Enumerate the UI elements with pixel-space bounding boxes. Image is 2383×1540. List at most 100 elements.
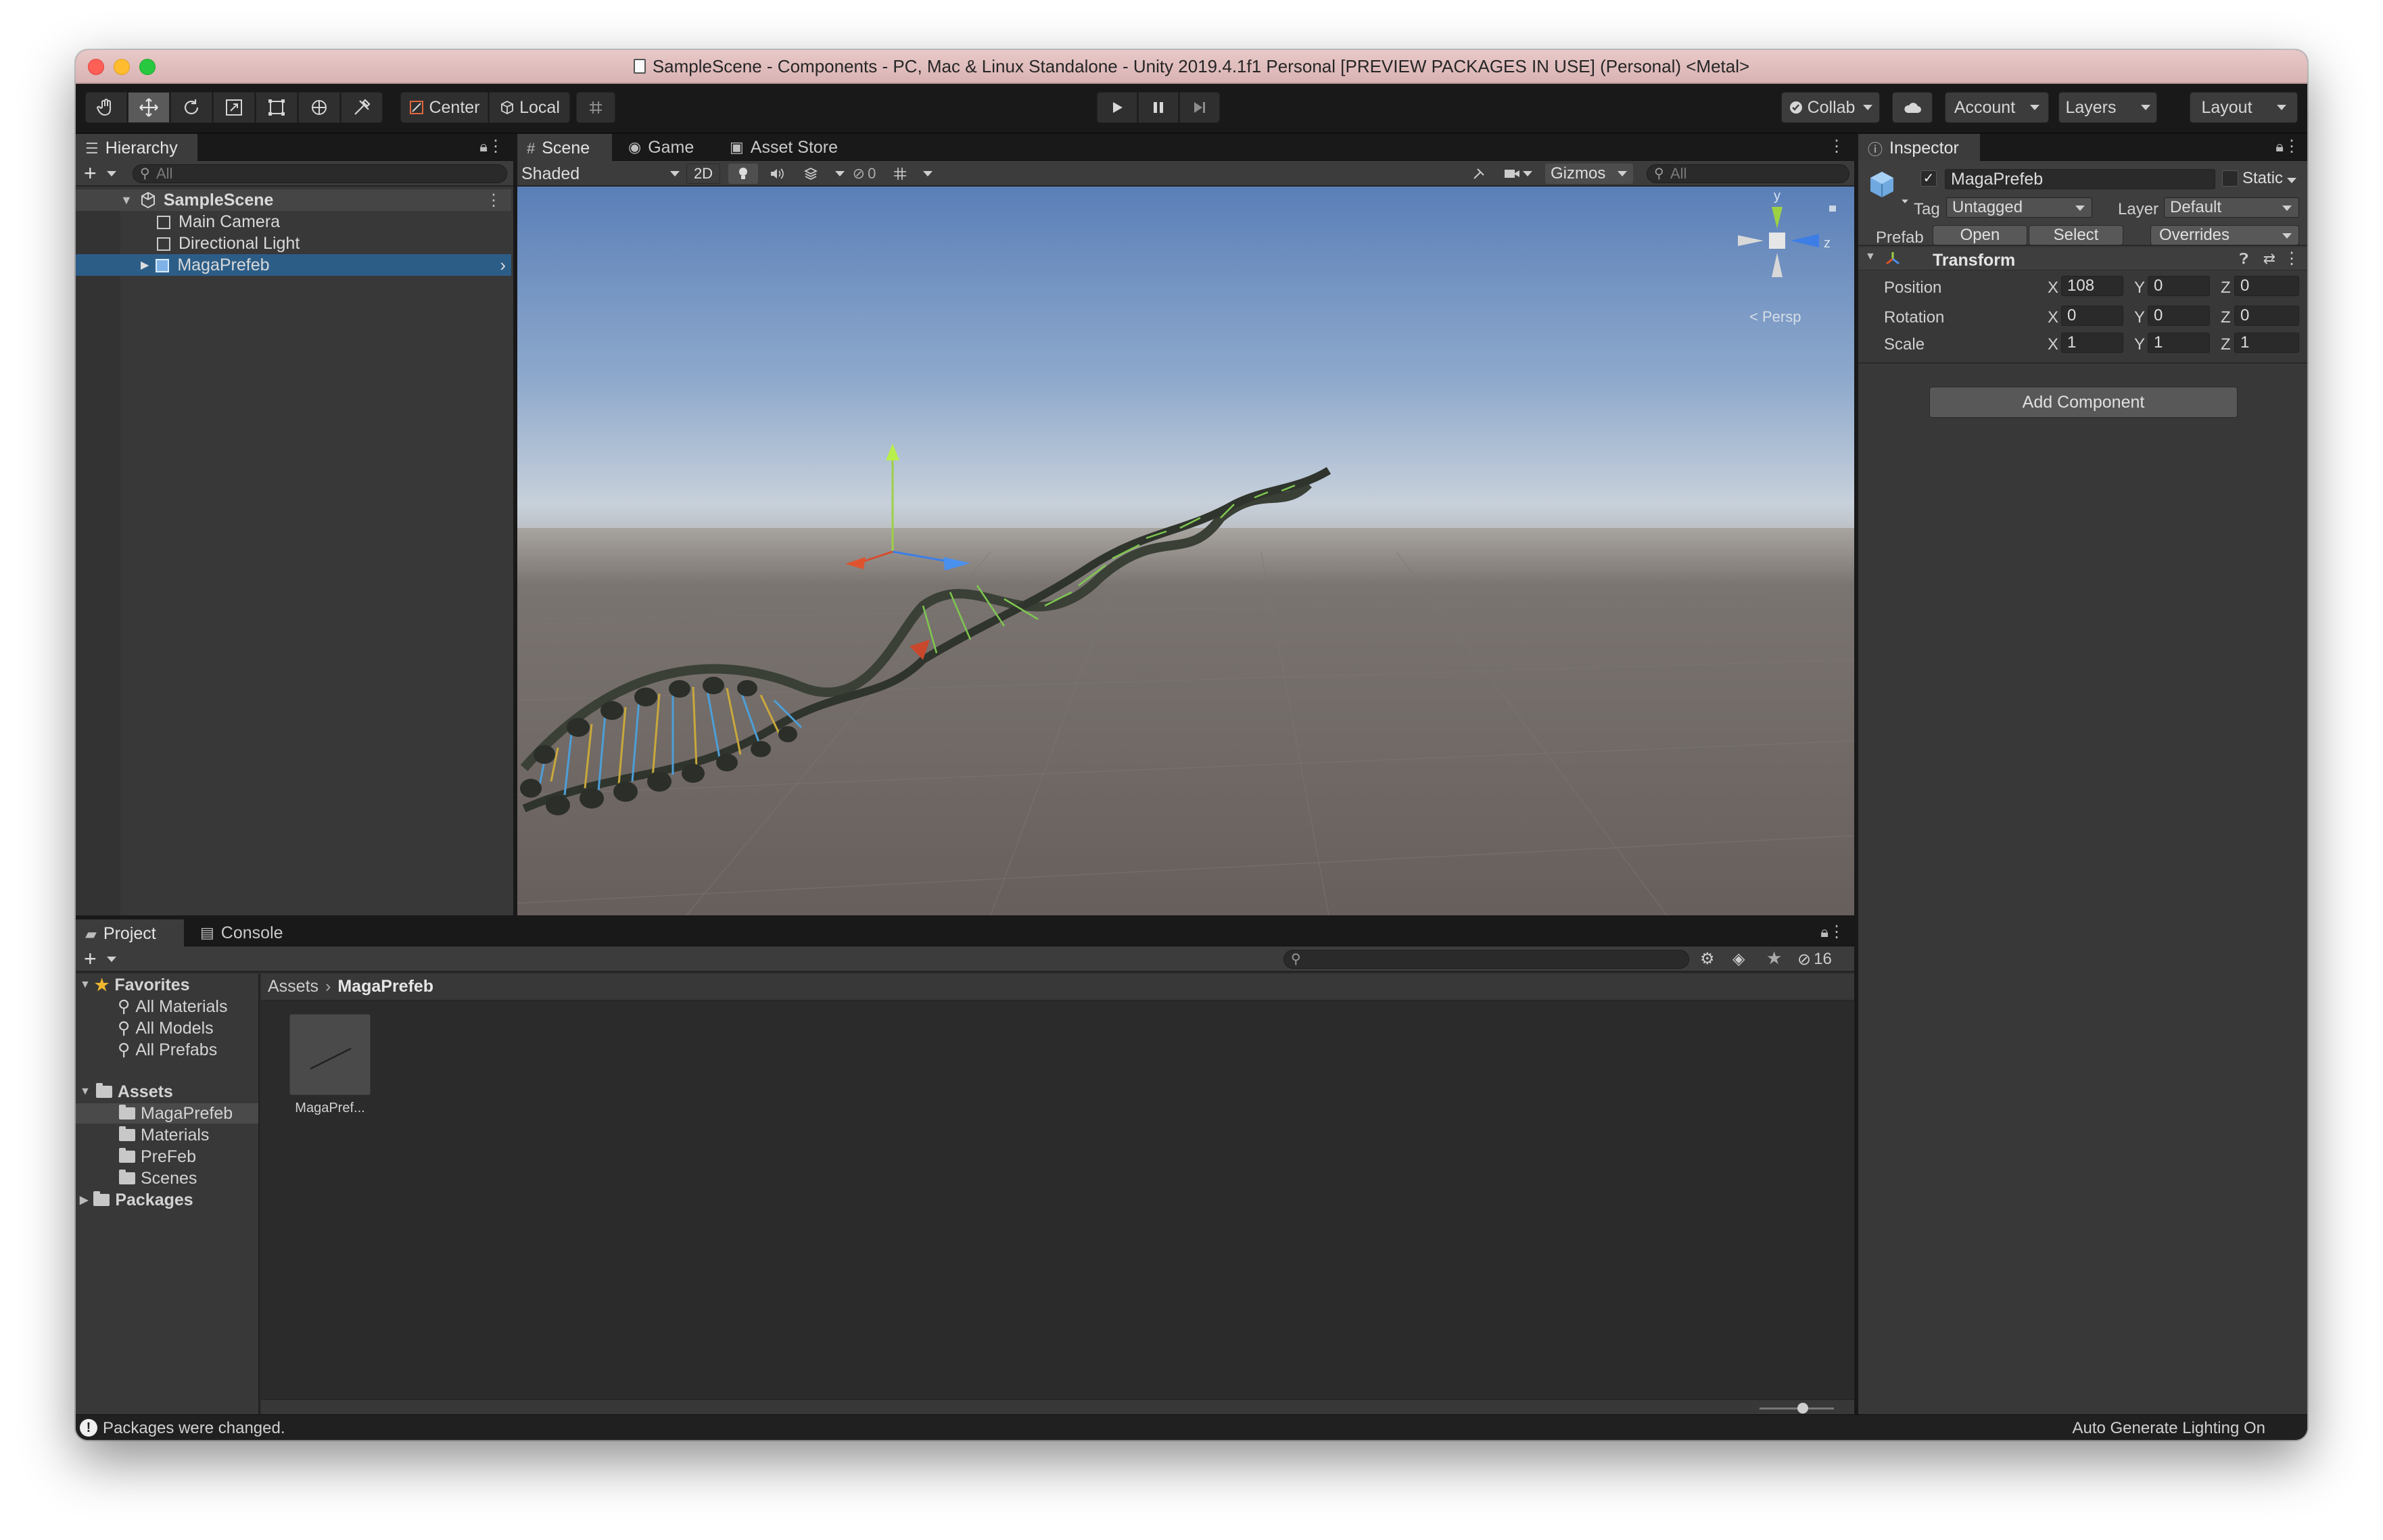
tree-favorites[interactable]: ▼ ★ Favorites xyxy=(76,975,258,995)
layer-dropdown[interactable]: Default xyxy=(2164,197,2299,218)
scale-tool-button[interactable] xyxy=(213,92,255,123)
gizmo-lock-icon[interactable] xyxy=(1829,206,1836,212)
kebab-menu-icon[interactable]: ⋮ xyxy=(1828,137,1845,156)
hierarchy-scene-row[interactable]: ▼ SampleScene ⋮ xyxy=(76,189,511,211)
scene-viewport[interactable]: y z < Persp xyxy=(517,187,1854,915)
tab-inspector[interactable]: ⓘ Inspector xyxy=(1858,134,1980,161)
object-name-input[interactable]: MagaPrefeb xyxy=(1945,169,2215,189)
toggle-2d-button[interactable]: 2D xyxy=(686,164,720,184)
move-tool-button[interactable] xyxy=(128,92,170,123)
tree-packages[interactable]: ▶ Packages xyxy=(76,1190,258,1210)
rotate-tool-button[interactable] xyxy=(170,92,212,123)
status-message[interactable]: Packages were changed. xyxy=(103,1419,285,1438)
scene-tools-button[interactable] xyxy=(1465,164,1492,184)
hierarchy-search-input[interactable]: ⚲ All xyxy=(133,164,507,183)
asset-tile-magaprefeb[interactable]: MagaPref... xyxy=(281,1014,376,1122)
active-checkbox[interactable]: ✓ xyxy=(1920,170,1937,187)
grid-snap-button[interactable] xyxy=(576,92,615,123)
lock-icon[interactable]: 🔒︎ xyxy=(479,138,488,155)
add-component-button[interactable]: Add Component xyxy=(1929,387,2238,418)
breadcrumb-magaprefeb[interactable]: MagaPrefeb xyxy=(337,977,433,996)
static-dropdown[interactable]: Static xyxy=(2242,169,2297,188)
chevron-down-icon[interactable] xyxy=(1902,199,1908,203)
preset-icon[interactable]: ⇄ xyxy=(2263,250,2275,268)
prefab-overrides-dropdown[interactable]: Overrides xyxy=(2150,225,2299,245)
window-close-button[interactable] xyxy=(88,59,104,75)
tree-assets[interactable]: ▼ Assets xyxy=(76,1082,258,1102)
kebab-menu-icon[interactable]: ⋮ xyxy=(1828,922,1845,942)
cloud-button[interactable] xyxy=(1892,92,1933,123)
hierarchy-item-main-camera[interactable]: Main Camera xyxy=(76,211,511,233)
chevron-down-icon[interactable] xyxy=(107,171,116,176)
shading-mode-dropdown[interactable]: Shaded xyxy=(521,164,681,184)
collab-dropdown[interactable]: Collab xyxy=(1781,92,1880,123)
tab-asset-store[interactable]: ▣ Asset Store xyxy=(720,134,855,161)
chevron-down-icon[interactable] xyxy=(923,171,933,176)
tab-console[interactable]: ▤ Console xyxy=(191,919,299,946)
label-tag-icon[interactable]: ◈ xyxy=(1732,949,1745,969)
add-icon[interactable]: + xyxy=(84,946,97,971)
search-by-type-icon[interactable]: ⚙︎ xyxy=(1700,949,1715,969)
rotation-y-field[interactable]: 0 xyxy=(2148,306,2210,326)
hidden-objects-toggle[interactable]: ⊘ 0 xyxy=(845,164,884,184)
custom-tool-button[interactable] xyxy=(341,92,383,123)
chevron-right-icon[interactable]: › xyxy=(500,255,506,276)
lighting-toggle[interactable] xyxy=(728,164,758,184)
rotation-x-field[interactable]: 0 xyxy=(2061,306,2123,326)
tree-all-models[interactable]: ⚲ All Models xyxy=(76,1018,258,1038)
help-icon[interactable]: ❓︎ xyxy=(2240,250,2248,268)
lock-icon[interactable]: 🔒︎ xyxy=(1820,923,1828,941)
play-button[interactable] xyxy=(1097,92,1137,123)
scale-x-field[interactable]: 1 xyxy=(2061,333,2123,353)
position-x-field[interactable]: 108 xyxy=(2061,276,2123,296)
tab-game[interactable]: ◉ Game xyxy=(619,134,713,161)
hierarchy-item-directional-light[interactable]: Directional Light xyxy=(76,233,511,254)
project-search-input[interactable]: ⚲ xyxy=(1283,950,1689,969)
breadcrumb-assets[interactable]: Assets xyxy=(268,977,318,996)
tag-dropdown[interactable]: Untagged xyxy=(1946,197,2092,218)
prefab-select-button[interactable]: Select xyxy=(2029,225,2123,245)
hierarchy-item-magaprefeb[interactable]: ▶ MagaPrefeb › xyxy=(76,254,511,276)
window-minimize-button[interactable] xyxy=(114,59,130,75)
layout-dropdown[interactable]: Layout xyxy=(2190,92,2298,123)
effects-toggle[interactable] xyxy=(796,164,826,184)
zoom-slider-track[interactable] xyxy=(1760,1407,1834,1410)
audio-toggle[interactable] xyxy=(762,164,792,184)
tree-all-materials[interactable]: ⚲ All Materials xyxy=(76,996,258,1017)
prefab-open-button[interactable]: Open xyxy=(1933,225,2027,245)
scene-search-input[interactable]: ⚲ All xyxy=(1647,164,1849,183)
transform-component-header[interactable]: ▼ Transform ❓︎ ⇄ ⋮ xyxy=(1858,247,2307,270)
persp-label[interactable]: < Persp xyxy=(1749,308,1801,325)
zoom-slider-handle[interactable] xyxy=(1797,1403,1808,1414)
scale-y-field[interactable]: 1 xyxy=(2148,333,2210,353)
hidden-packages-toggle[interactable]: ⊘ 16 xyxy=(1797,949,1832,969)
tree-all-prefabs[interactable]: ⚲ All Prefabs xyxy=(76,1040,258,1060)
step-button[interactable] xyxy=(1179,92,1220,123)
scale-z-field[interactable]: 1 xyxy=(2234,333,2299,353)
window-maximize-button[interactable] xyxy=(139,59,156,75)
chevron-down-icon[interactable] xyxy=(107,957,116,962)
tree-folder-materials[interactable]: Materials xyxy=(76,1125,258,1145)
pause-button[interactable] xyxy=(1138,92,1179,123)
tree-folder-scenes[interactable]: Scenes xyxy=(76,1168,258,1188)
chevron-down-icon[interactable] xyxy=(835,171,845,176)
transform-tool-button[interactable] xyxy=(298,92,340,123)
tab-hierarchy[interactable]: ☰ Hierarchy xyxy=(76,134,197,161)
lock-icon[interactable]: 🔒︎ xyxy=(2275,138,2284,155)
pivot-space-toggle[interactable]: Local xyxy=(489,92,570,123)
gizmos-dropdown[interactable]: Gizmos xyxy=(1545,164,1633,184)
tree-folder-magaprefeb[interactable]: MagaPrefeb xyxy=(76,1103,258,1124)
pivot-center-toggle[interactable]: Center xyxy=(400,92,488,123)
tab-scene[interactable]: # Scene xyxy=(517,134,612,161)
kebab-menu-icon[interactable]: ⋮ xyxy=(2284,249,2300,268)
rect-tool-button[interactable] xyxy=(256,92,298,123)
hand-tool-button[interactable] xyxy=(85,92,127,123)
kebab-menu-icon[interactable]: ⋮ xyxy=(488,137,504,156)
camera-settings-dropdown[interactable] xyxy=(1499,164,1537,184)
add-icon[interactable]: + xyxy=(84,161,97,185)
rotation-z-field[interactable]: 0 xyxy=(2234,306,2299,326)
account-dropdown[interactable]: Account xyxy=(1945,92,2049,123)
kebab-menu-icon[interactable]: ⋮ xyxy=(486,191,502,210)
position-y-field[interactable]: 0 xyxy=(2148,276,2210,296)
grid-toggle[interactable] xyxy=(887,164,914,184)
